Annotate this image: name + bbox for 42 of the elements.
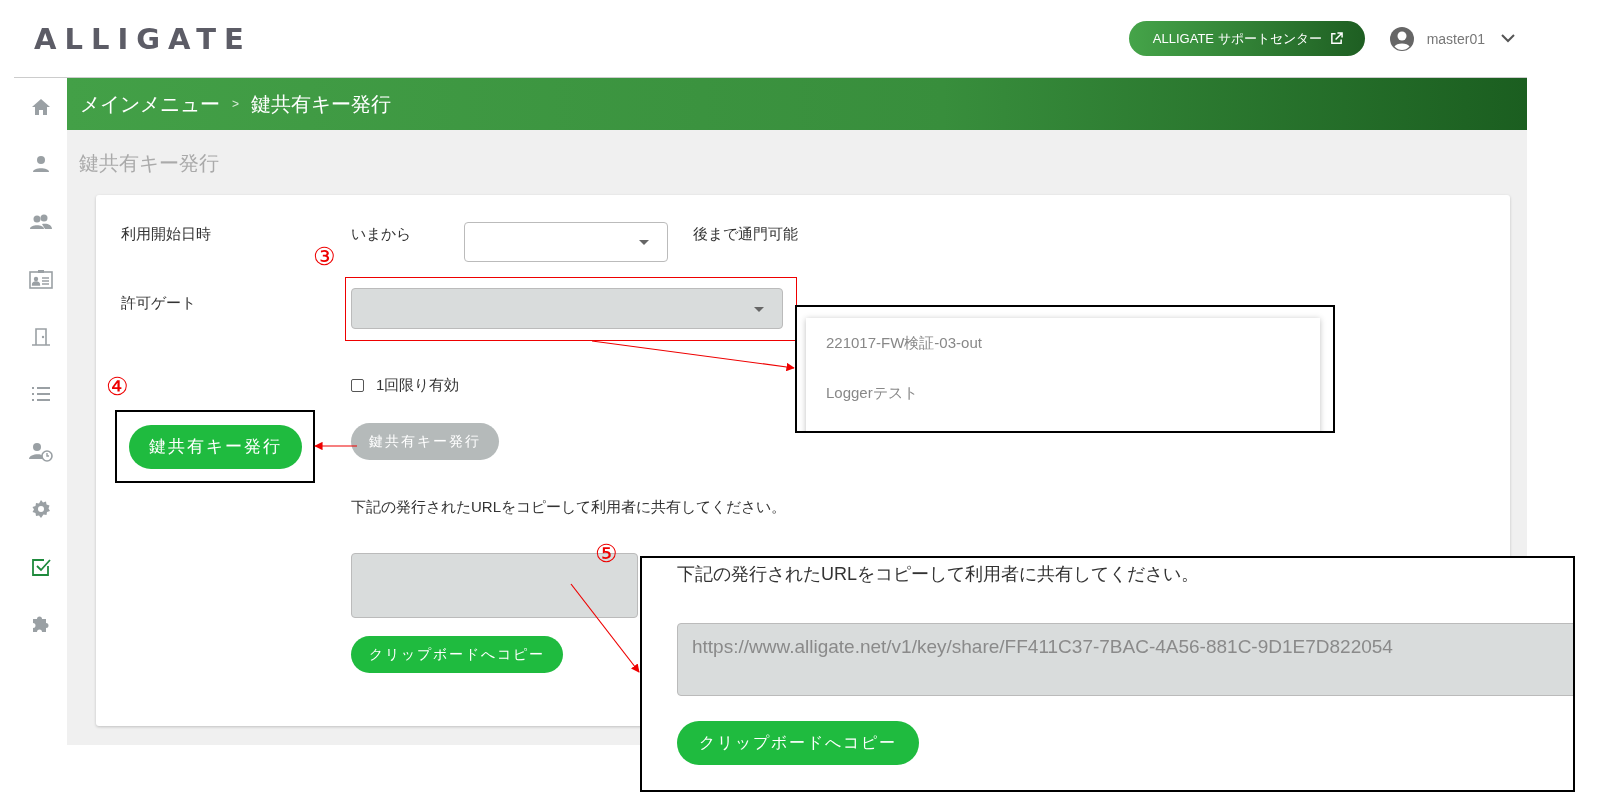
- puzzle-icon: [30, 614, 51, 635]
- page-title: 鍵共有キー発行: [79, 151, 220, 176]
- breadcrumb-separator: >: [232, 97, 239, 111]
- person-icon: [31, 155, 50, 174]
- callout-number: ③: [313, 244, 336, 269]
- chevron-down-icon[interactable]: [1501, 34, 1515, 43]
- callout-number: ⑤: [595, 541, 618, 566]
- field-label: 許可ゲート: [121, 293, 196, 313]
- user-avatar-icon[interactable]: [1388, 25, 1415, 52]
- dropdown-option[interactable]: Loggerテスト: [806, 382, 1320, 431]
- duration-select[interactable]: [464, 222, 668, 262]
- breadcrumb-item[interactable]: メインメニュー: [80, 90, 220, 118]
- copy-button[interactable]: クリップボードへコピー: [677, 721, 919, 765]
- field-label: 利用開始日時: [121, 224, 211, 244]
- logo: ALLIGATE: [34, 21, 252, 56]
- support-center-button[interactable]: ALLIGATE サポートセンター: [1128, 21, 1365, 56]
- issue-key-button[interactable]: 鍵共有キー発行: [128, 424, 302, 469]
- checkbox[interactable]: [351, 379, 364, 392]
- settings-icon: [30, 499, 51, 520]
- checkbox-label: 1回限り有効: [376, 376, 460, 395]
- gate-select[interactable]: [351, 288, 783, 329]
- breadcrumb-item: 鍵共有キー発行: [251, 91, 391, 117]
- field-text: 後まで通門可能: [693, 224, 798, 244]
- instruction-text: 下記の発行されたURLをコピーして利用者に共有してください。: [677, 563, 1199, 586]
- caret-icon: [754, 306, 764, 312]
- list-icon: [30, 386, 51, 403]
- field-text: いまから: [351, 224, 412, 244]
- id-card-icon: [28, 269, 53, 290]
- external-link-icon: [1329, 32, 1343, 45]
- dropdown-option[interactable]: 221017-FW検証-03-out: [806, 332, 1320, 382]
- caret-icon: [639, 240, 649, 245]
- user-name[interactable]: master01: [1426, 30, 1485, 47]
- instruction-text: 下記の発行されたURLをコピーして利用者に共有してください。: [351, 498, 787, 517]
- people-icon: [29, 212, 52, 231]
- callout-arrow: [314, 441, 358, 451]
- home-icon: [30, 97, 51, 116]
- door-icon: [30, 326, 51, 347]
- person-clock-icon: [28, 441, 53, 462]
- copy-button[interactable]: クリップボードへコピー: [351, 636, 563, 673]
- callout-number: ④: [106, 374, 129, 399]
- checkbox-icon: [30, 556, 51, 577]
- url-field[interactable]: https://www.alligate.net/v1/key/share/FF411C37-7BAC-4A56-881C-9D1E7D822054: [677, 623, 1573, 696]
